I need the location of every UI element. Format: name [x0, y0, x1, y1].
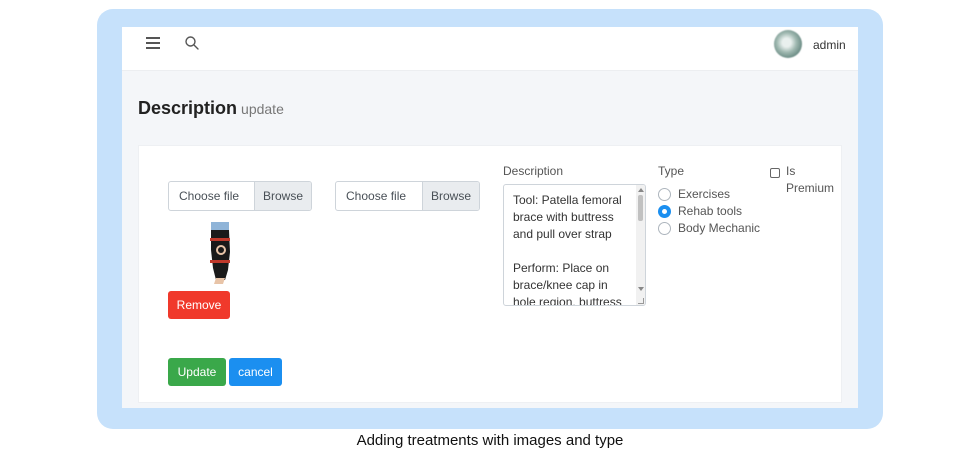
- type-label: Type: [658, 164, 685, 178]
- description-label: Description: [503, 164, 564, 178]
- premium-label-line2[interactable]: Premium: [786, 181, 834, 195]
- scroll-down-icon[interactable]: [638, 287, 644, 291]
- radio-body-mechanic[interactable]: Body Mechanic: [658, 220, 760, 236]
- file-input-2[interactable]: Choose file Browse: [335, 181, 480, 211]
- choose-file-label[interactable]: Choose file: [336, 182, 422, 210]
- user-name[interactable]: admin: [813, 38, 846, 52]
- page-subtitle: update: [241, 101, 284, 117]
- radio-exercises[interactable]: Exercises: [658, 186, 730, 202]
- search-icon[interactable]: [184, 35, 200, 51]
- choose-file-label[interactable]: Choose file: [169, 182, 254, 210]
- remove-image-button[interactable]: Remove: [168, 291, 230, 319]
- resize-handle-icon[interactable]: [638, 298, 644, 304]
- knee-brace-image: [210, 222, 230, 284]
- radio-button[interactable]: [658, 187, 671, 201]
- form-card: Choose file Browse Choose file Browse Re…: [138, 145, 842, 403]
- premium-checkbox[interactable]: [770, 168, 780, 178]
- page-title: Description update: [138, 98, 284, 119]
- description-text[interactable]: Tool: Patella femoral brace with buttres…: [513, 192, 633, 305]
- top-navbar: admin: [122, 27, 858, 71]
- file-input-1[interactable]: Choose file Browse: [168, 181, 312, 211]
- scroll-up-icon[interactable]: [638, 188, 644, 192]
- update-button[interactable]: Update: [168, 358, 226, 386]
- user-avatar[interactable]: [774, 30, 802, 58]
- scroll-thumb[interactable]: [638, 195, 643, 221]
- hamburger-menu-icon[interactable]: [146, 37, 160, 49]
- radio-label[interactable]: Rehab tools: [678, 204, 742, 218]
- radio-button-selected[interactable]: [658, 204, 671, 218]
- image-caption: Adding treatments with images and type: [356, 432, 624, 449]
- radio-button[interactable]: [658, 221, 671, 235]
- cancel-button[interactable]: cancel: [229, 358, 282, 386]
- browse-button[interactable]: Browse: [422, 182, 479, 210]
- radio-rehab-tools[interactable]: Rehab tools: [658, 203, 742, 219]
- browse-button[interactable]: Browse: [254, 182, 311, 210]
- radio-label[interactable]: Exercises: [678, 187, 730, 201]
- app-window: admin Description update Choose file Brow…: [122, 27, 858, 408]
- radio-label[interactable]: Body Mechanic: [678, 221, 760, 235]
- page-title-text: Description: [138, 98, 238, 118]
- description-textarea[interactable]: Tool: Patella femoral brace with buttres…: [503, 184, 646, 306]
- premium-label-line1[interactable]: Is: [786, 164, 795, 178]
- textarea-scrollbar[interactable]: [636, 185, 645, 305]
